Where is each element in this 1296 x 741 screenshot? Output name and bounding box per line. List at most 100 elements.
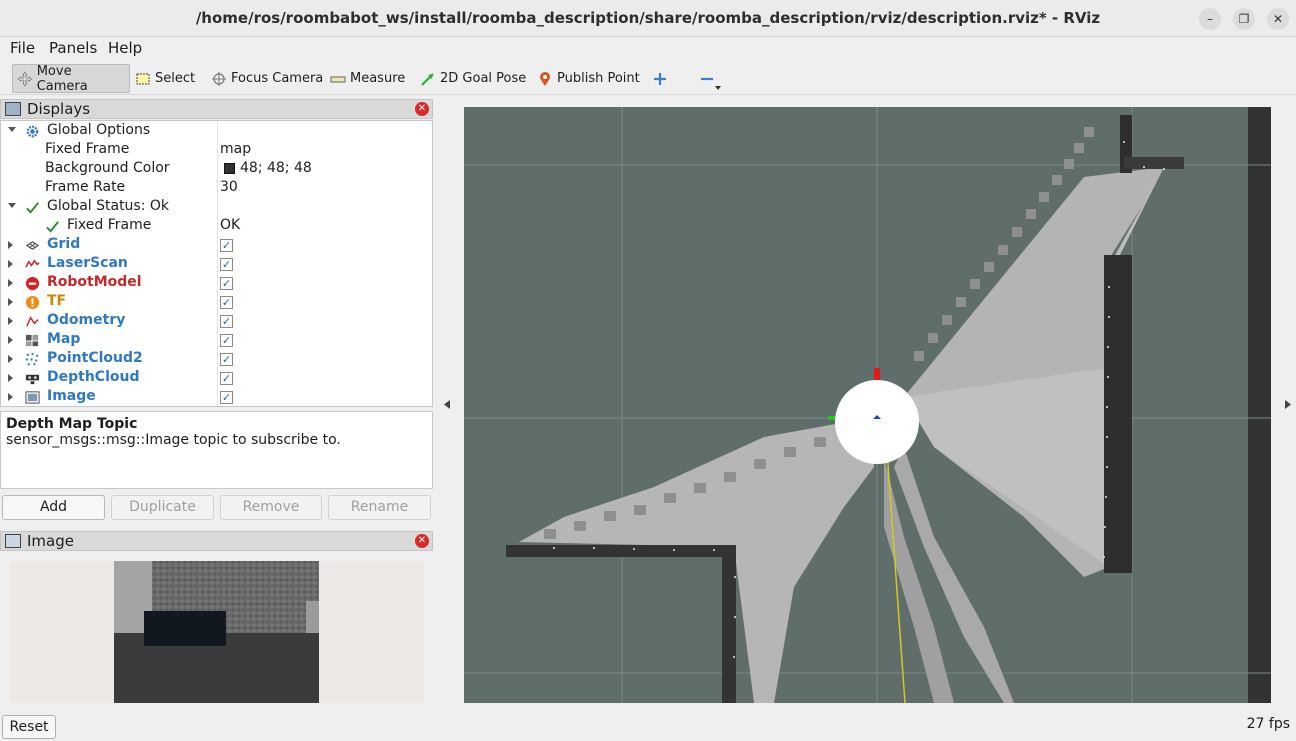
display-row-grid[interactable]: Grid ✓ (1, 236, 432, 255)
expand-icon[interactable] (8, 279, 13, 287)
collapse-right-dock-icon[interactable] (1285, 400, 1291, 409)
goal-pose-arrow-icon (421, 72, 434, 86)
publish-point-tool[interactable]: Publish Point (533, 64, 644, 93)
displays-tree: Global Options Fixed Frame map Backgroun… (0, 120, 433, 407)
menu-bar: File Panels Help (0, 37, 1296, 59)
remove-button[interactable]: Remove (220, 495, 322, 520)
reset-button[interactable]: Reset (2, 715, 56, 739)
display-row-laserscan[interactable]: LaserScan ✓ (1, 255, 432, 274)
camera-image (114, 561, 319, 703)
expand-icon[interactable] (8, 241, 13, 249)
display-name: PointCloud2 (47, 350, 143, 366)
monitor-icon (5, 102, 21, 116)
display-row-robotmodel[interactable]: RobotModel ✓ (1, 274, 432, 293)
global-options-label: Global Options (47, 122, 151, 138)
display-row-tf[interactable]: TF ✓ (1, 293, 432, 312)
move-camera-tool[interactable]: Move Camera (12, 64, 130, 94)
display-row-map[interactable]: Map ✓ (1, 331, 432, 350)
description-title: Depth Map Topic (6, 416, 138, 432)
focus-camera-label: Focus Camera (231, 71, 324, 86)
image-icon (25, 391, 40, 404)
render-view[interactable] (464, 107, 1271, 703)
display-enabled-checkbox[interactable]: ✓ (220, 296, 233, 309)
display-row-odometry[interactable]: Odometry ✓ (1, 312, 432, 331)
collapse-icon[interactable] (8, 127, 16, 132)
robotmodel-error-icon (25, 276, 40, 291)
goal-pose-label: 2D Goal Pose (440, 71, 527, 86)
measure-label: Measure (350, 71, 406, 86)
menu-help[interactable]: Help (108, 39, 142, 57)
display-name: LaserScan (47, 255, 128, 271)
color-swatch[interactable] (224, 163, 235, 174)
camera-image-view (10, 561, 424, 703)
pointcloud-icon (25, 352, 39, 366)
collapse-icon[interactable] (8, 203, 16, 208)
minimize-button[interactable]: – (1199, 8, 1221, 30)
grid-icon (25, 241, 40, 250)
display-name: Odometry (47, 312, 126, 328)
goal-pose-tool[interactable]: 2D Goal Pose (416, 64, 530, 93)
displays-panel-title: Displays (27, 100, 91, 118)
dropdown-arrow-icon (715, 86, 721, 90)
expand-icon[interactable] (8, 298, 13, 306)
expand-icon[interactable] (8, 336, 13, 344)
map-pin-icon (540, 71, 550, 86)
tree-row-global-status[interactable]: Global Status: Ok (1, 198, 432, 217)
menu-file[interactable]: File (10, 39, 35, 57)
collapse-left-dock-icon[interactable] (444, 400, 450, 409)
focus-camera-icon (212, 71, 226, 86)
measure-tool[interactable]: Measure (326, 64, 409, 93)
select-tool[interactable]: Select (131, 64, 199, 93)
image-panel-close-icon[interactable]: ✕ (415, 534, 429, 548)
display-name: RobotModel (47, 274, 142, 290)
background-color-value[interactable]: 48; 48; 48 (240, 160, 312, 176)
add-button[interactable]: Add (2, 495, 105, 520)
display-enabled-checkbox[interactable]: ✓ (220, 334, 233, 347)
display-enabled-checkbox[interactable]: ✓ (220, 239, 233, 252)
display-enabled-checkbox[interactable]: ✓ (220, 353, 233, 366)
publish-point-label: Publish Point (557, 71, 640, 86)
frame-rate-value[interactable]: 30 (220, 179, 238, 195)
expand-icon[interactable] (8, 317, 13, 325)
tree-row-fixed-frame[interactable]: Fixed Frame map (1, 141, 432, 160)
display-name: DepthCloud (47, 369, 140, 385)
display-row-image[interactable]: Image ✓ (1, 388, 432, 406)
display-enabled-checkbox[interactable]: ✓ (220, 315, 233, 328)
rename-button[interactable]: Rename (328, 495, 431, 520)
fps-readout: 27 fps (1246, 716, 1290, 732)
status-fixed-frame-value: OK (220, 217, 241, 233)
menu-panels[interactable]: Panels (49, 39, 97, 57)
gear-icon (26, 125, 39, 138)
display-name: Image (47, 388, 96, 404)
expand-icon[interactable] (8, 355, 13, 363)
display-row-depthcloud[interactable]: DepthCloud ✓ (1, 369, 432, 388)
display-enabled-checkbox[interactable]: ✓ (220, 391, 233, 404)
map-icon (25, 334, 39, 347)
display-name: Grid (47, 236, 81, 252)
display-enabled-checkbox[interactable]: ✓ (220, 372, 233, 385)
title-bar: /home/ros/roombabot_ws/install/roomba_de… (0, 0, 1296, 37)
display-enabled-checkbox[interactable]: ✓ (220, 258, 233, 271)
expand-icon[interactable] (8, 374, 13, 382)
displays-panel-close-icon[interactable]: ✕ (415, 102, 429, 116)
move-camera-icon (17, 70, 33, 87)
tree-row-background-color[interactable]: Background Color 48; 48; 48 (1, 160, 432, 179)
tree-row-frame-rate[interactable]: Frame Rate 30 (1, 179, 432, 198)
display-row-pointcloud2[interactable]: PointCloud2 ✓ (1, 350, 432, 369)
duplicate-button[interactable]: Duplicate (111, 495, 214, 520)
focus-camera-tool[interactable]: Focus Camera (207, 64, 327, 93)
expand-icon[interactable] (8, 393, 13, 401)
remove-tool-button[interactable] (695, 64, 723, 93)
fixed-frame-value[interactable]: map (220, 141, 251, 157)
tree-row-status-fixed-frame[interactable]: Fixed Frame OK (1, 217, 432, 236)
select-label: Select (155, 71, 196, 86)
display-enabled-checkbox[interactable]: ✓ (220, 277, 233, 290)
close-window-button[interactable]: ✕ (1267, 8, 1289, 30)
select-icon (136, 73, 150, 84)
tree-row-global-options[interactable]: Global Options (1, 122, 432, 141)
displays-panel-header: Displays ✕ (0, 99, 433, 119)
expand-icon[interactable] (8, 260, 13, 268)
property-description: Depth Map Topic sensor_msgs::msg::Image … (0, 411, 433, 489)
restore-button[interactable]: ❐ (1233, 8, 1255, 30)
add-tool-button[interactable] (648, 64, 676, 93)
